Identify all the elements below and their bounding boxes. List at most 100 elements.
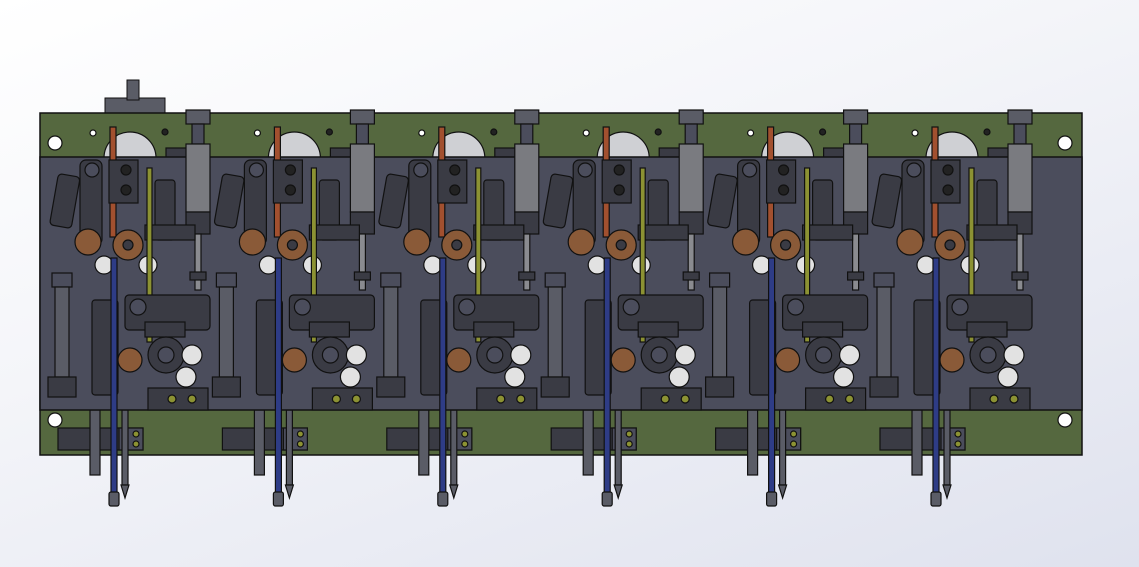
- cylinder-rod: [848, 123, 863, 145]
- clamp-screw: [625, 430, 633, 438]
- bracket-screw: [844, 394, 855, 404]
- phillips-screw: [838, 344, 861, 366]
- lever-screw: [413, 162, 429, 178]
- blue-feed-rod: [274, 257, 282, 499]
- bracket-screw: [120, 184, 132, 196]
- piston-rod: [851, 233, 860, 291]
- bracket-screw: [449, 184, 461, 196]
- bushing: [403, 228, 431, 256]
- small-hole: [325, 128, 333, 136]
- guide-post: [911, 409, 923, 476]
- nozzle-tip: [437, 491, 449, 507]
- bracket-screw: [449, 164, 461, 176]
- needle-shaft: [285, 409, 293, 486]
- lever-screw: [741, 162, 758, 178]
- rod-clamp: [801, 321, 844, 338]
- base-bracket: [804, 387, 867, 411]
- lever-screw: [248, 162, 264, 178]
- tube-cap: [708, 272, 731, 288]
- bracket-screw: [284, 184, 296, 196]
- wheel-hub: [486, 346, 504, 364]
- phillips-screw: [1003, 344, 1025, 366]
- phillips-screw: [668, 366, 690, 388]
- wheel-hub: [650, 346, 668, 364]
- rod-clamp: [966, 321, 1008, 338]
- guide-tube: [876, 286, 892, 378]
- tube-cap: [873, 272, 895, 288]
- bracket-screw: [167, 394, 177, 404]
- clamp-screw: [461, 440, 469, 448]
- wheel-hub: [979, 346, 997, 364]
- guide-tube: [711, 286, 728, 378]
- bracket-screw: [613, 184, 625, 196]
- bushing-bore: [779, 239, 792, 251]
- top-mount-pin: [126, 79, 140, 101]
- bracket-screw: [1009, 394, 1019, 404]
- clamp-screw: [954, 430, 962, 438]
- bushing-bore: [615, 239, 627, 251]
- screw-head: [587, 255, 607, 275]
- tube-cap: [215, 272, 237, 288]
- phillips-screw: [181, 344, 203, 366]
- clamp-screw: [789, 430, 798, 438]
- screw-head: [423, 255, 443, 275]
- rod-coupling: [189, 271, 207, 281]
- bracket-screw: [120, 164, 132, 176]
- small-hole: [818, 128, 827, 136]
- bushing-bore: [451, 239, 463, 251]
- rod-clamp: [144, 321, 186, 338]
- needle-shaft: [778, 409, 787, 486]
- rod-coupling: [518, 271, 536, 281]
- cylinder-cap: [349, 109, 375, 125]
- air-cylinder: [842, 143, 869, 213]
- rod-clamp: [637, 321, 679, 338]
- blue-feed-rod: [110, 257, 118, 499]
- cylinder-rod: [684, 123, 698, 145]
- tube-fitting: [869, 376, 899, 398]
- tube-fitting: [704, 376, 735, 398]
- needle-tip: [777, 484, 788, 501]
- nozzle-tip: [765, 491, 778, 507]
- phillips-screw: [832, 366, 855, 388]
- lever-screw: [84, 162, 100, 178]
- wheel-hub: [321, 346, 339, 364]
- cylinder-cap: [514, 109, 540, 125]
- needle-tip: [284, 484, 295, 501]
- phillips-screw: [674, 344, 696, 366]
- air-cylinder: [349, 143, 375, 213]
- clamp-screw: [461, 430, 469, 438]
- needle-tip: [448, 484, 459, 501]
- guide-post: [746, 409, 759, 476]
- blue-feed-rod: [932, 257, 940, 499]
- cad-viewport[interactable]: [0, 0, 1139, 567]
- air-cylinder: [514, 143, 540, 213]
- base-bracket: [969, 387, 1031, 411]
- piston-rod: [358, 233, 366, 291]
- needle-shaft: [450, 409, 458, 486]
- air-cylinder: [678, 143, 704, 213]
- bracket-screw: [351, 394, 361, 404]
- screw-head: [751, 255, 772, 275]
- clamp-screw: [296, 440, 304, 448]
- clamp-screw: [625, 440, 633, 448]
- guide-tube: [383, 286, 399, 378]
- rod-coupling: [1011, 271, 1029, 281]
- small-hole: [490, 128, 498, 136]
- screw-head: [916, 255, 936, 275]
- rod-clamp: [308, 321, 350, 338]
- bracket-screw: [942, 184, 954, 196]
- clamp-screw: [296, 430, 304, 438]
- clamp-screw: [954, 440, 962, 448]
- blue-feed-rod: [439, 257, 447, 499]
- tube-fitting: [540, 376, 570, 398]
- mount-hole: [1057, 412, 1073, 428]
- bracket-screw: [942, 164, 954, 176]
- lever-screw: [622, 298, 640, 316]
- needle-tip: [942, 484, 952, 501]
- phillips-screw: [175, 366, 197, 388]
- tube-cap: [544, 272, 566, 288]
- bracket-screw: [331, 394, 341, 404]
- piston-rod: [523, 233, 531, 291]
- cylinder-rod: [1013, 123, 1027, 145]
- base-bracket: [311, 387, 373, 411]
